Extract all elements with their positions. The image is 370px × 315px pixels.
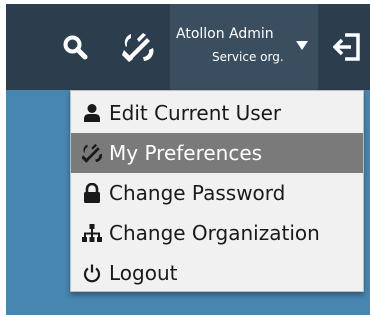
- menu-item-label: Logout: [109, 261, 178, 285]
- search-icon: [63, 35, 88, 60]
- preferences-button[interactable]: [110, 4, 166, 90]
- lock-icon: [81, 182, 103, 204]
- caret-down-icon: [296, 41, 308, 50]
- app-screen: Atollon Admin Service org. Edit Current …: [6, 4, 370, 315]
- wrench-icon: [122, 33, 154, 62]
- menu-item-label: Change Organization: [109, 221, 320, 245]
- menu-item-label: Change Password: [109, 181, 286, 205]
- sitemap-icon: [81, 222, 103, 244]
- menu-item-my-preferences[interactable]: My Preferences: [71, 133, 363, 173]
- user-dropdown-menu: Edit Current User My Preferences Change …: [70, 90, 364, 292]
- menu-item-edit-current-user[interactable]: Edit Current User: [71, 93, 363, 133]
- menu-item-label: My Preferences: [109, 141, 263, 165]
- top-bar: Atollon Admin Service org.: [6, 4, 370, 90]
- menu-item-label: Edit Current User: [109, 101, 282, 125]
- wrench-icon: [81, 142, 103, 164]
- menu-item-change-organization[interactable]: Change Organization: [71, 213, 363, 253]
- user-icon: [81, 102, 103, 124]
- user-organization: Service org.: [212, 50, 284, 64]
- user-name: Atollon Admin: [176, 26, 274, 42]
- logout-icon: [333, 33, 360, 61]
- logout-button[interactable]: [324, 4, 370, 90]
- menu-item-logout[interactable]: Logout: [71, 253, 363, 293]
- user-menu-button[interactable]: Atollon Admin Service org.: [170, 4, 318, 90]
- menu-item-change-password[interactable]: Change Password: [71, 173, 363, 213]
- power-icon: [81, 262, 103, 284]
- search-button[interactable]: [50, 4, 100, 90]
